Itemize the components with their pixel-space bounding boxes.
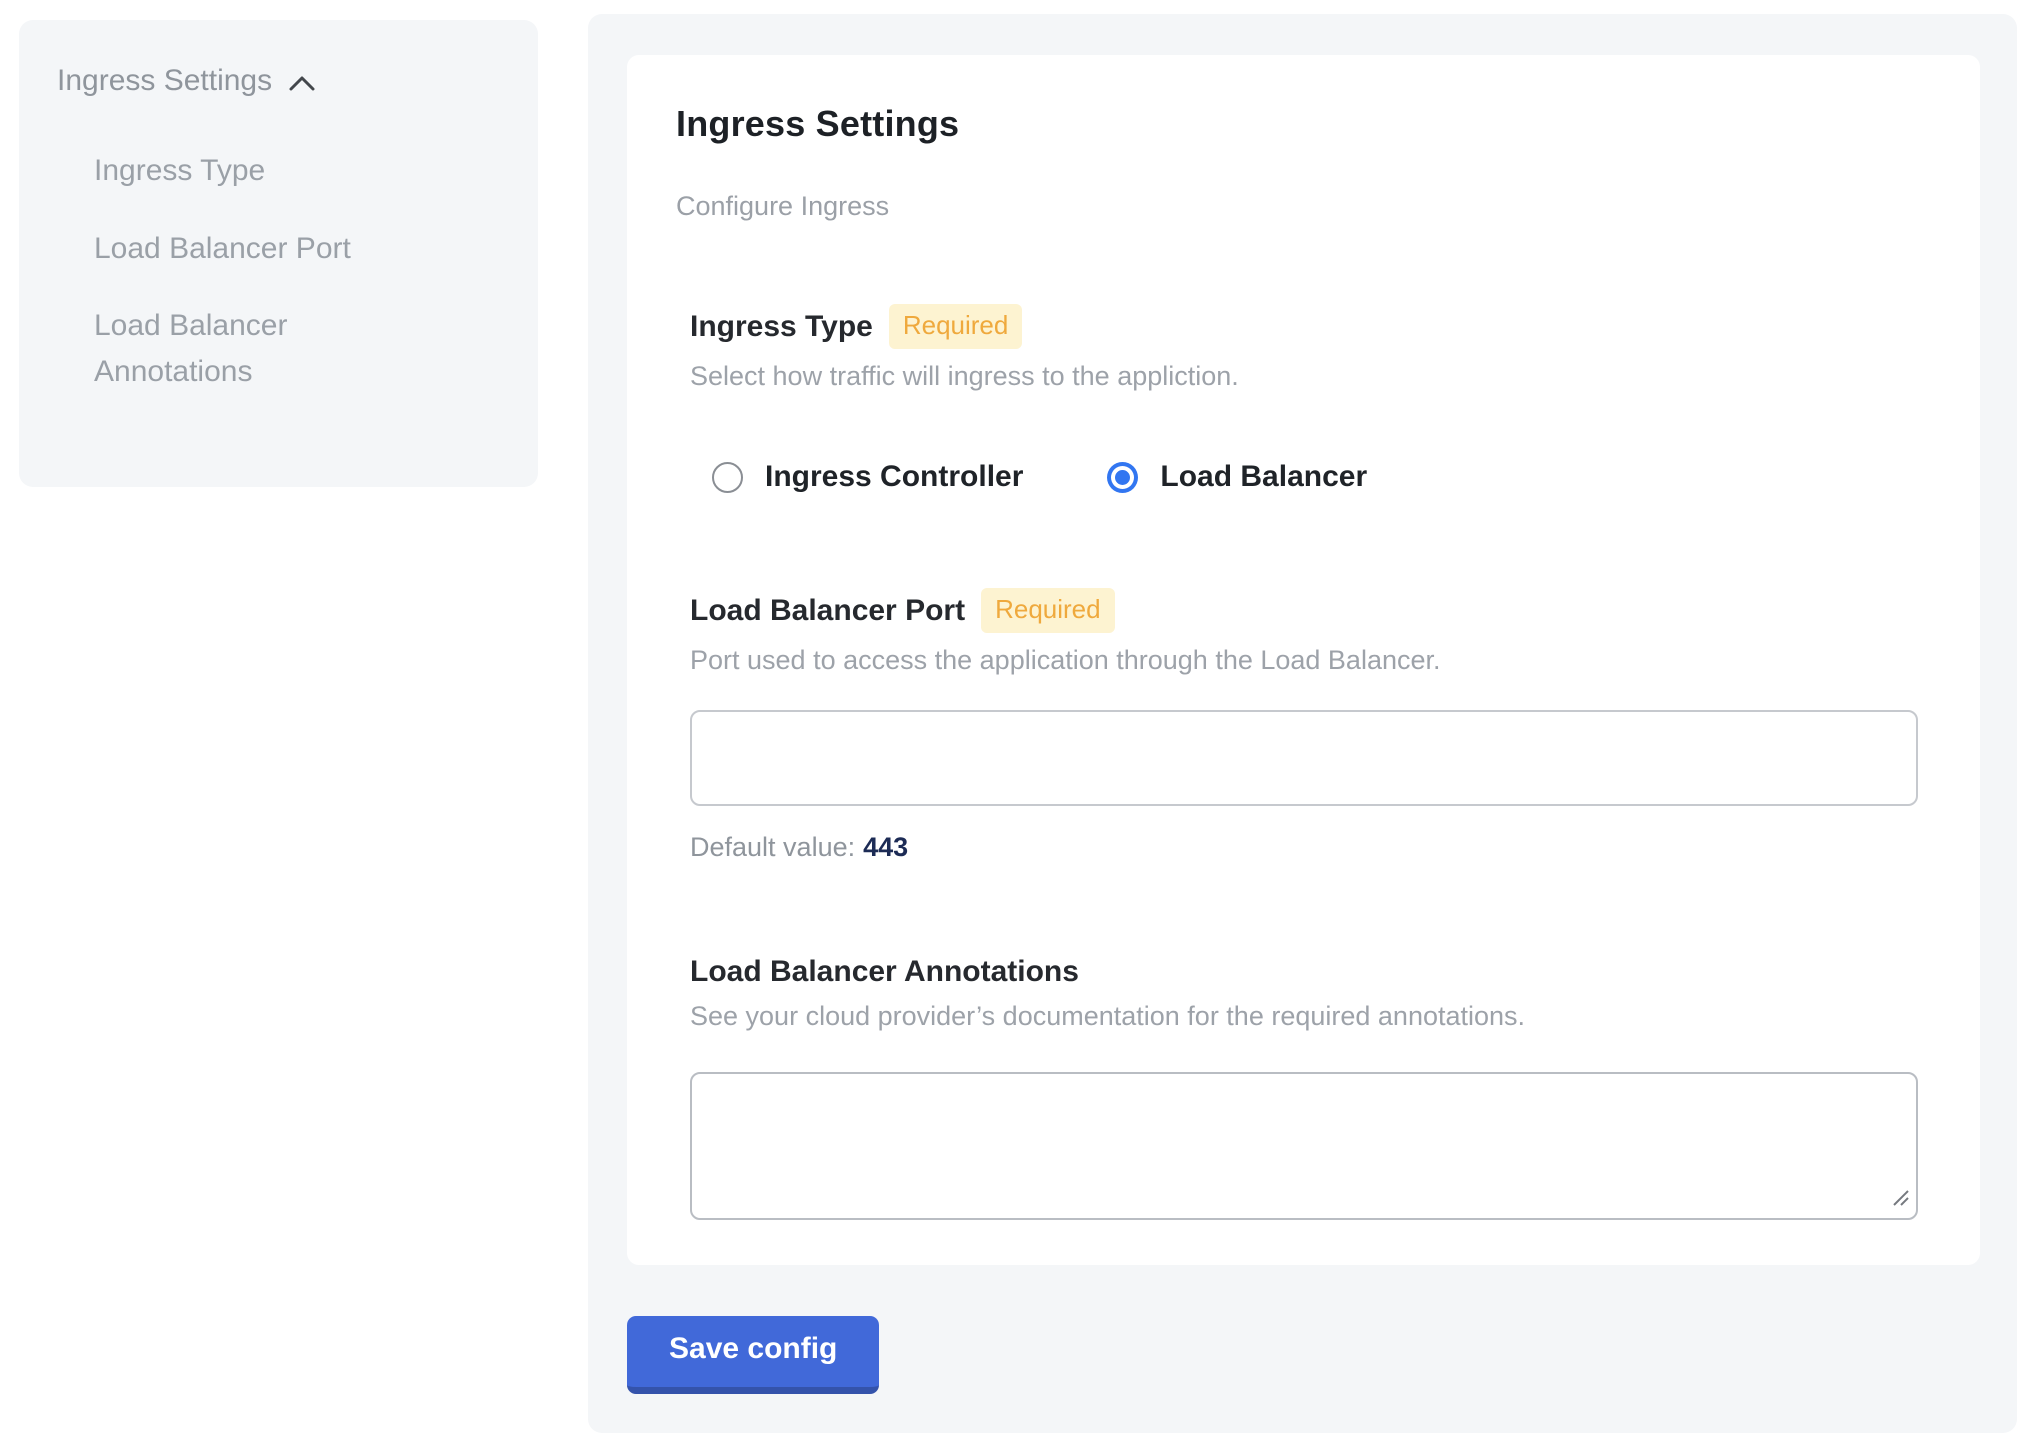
save-config-button[interactable]: Save config	[627, 1316, 879, 1394]
sidebar-group-label: Ingress Settings	[57, 64, 272, 98]
load-balancer-port-input[interactable]	[690, 710, 1918, 806]
section-ingress-type: Ingress Type Required Select how traffic…	[690, 304, 1920, 494]
load-balancer-annotations-field	[690, 1072, 1918, 1220]
load-balancer-annotations-heading: Load Balancer Annotations	[690, 955, 1920, 989]
page-subtitle: Configure Ingress	[676, 191, 1920, 222]
radio-selected-icon[interactable]	[1107, 462, 1138, 493]
radio-ingress-controller-label: Ingress Controller	[765, 460, 1023, 494]
sidebar-item-load-balancer-annotations[interactable]: Load Balancer Annotations	[94, 287, 394, 410]
load-balancer-annotations-description: See your cloud provider’s documentation …	[690, 1001, 1920, 1032]
page-title: Ingress Settings	[676, 103, 1920, 145]
radio-ingress-controller[interactable]: Ingress Controller	[712, 460, 1023, 494]
required-badge: Required	[889, 304, 1023, 349]
load-balancer-port-description: Port used to access the application thro…	[690, 645, 1920, 676]
ingress-type-label: Ingress Type	[690, 310, 873, 344]
required-badge: Required	[981, 588, 1115, 633]
sidebar-item-list: Ingress Type Load Balancer Port Load Bal…	[57, 132, 502, 410]
sidebar-group-ingress-settings[interactable]: Ingress Settings	[57, 64, 502, 98]
sidebar-item-ingress-type[interactable]: Ingress Type	[94, 132, 394, 210]
section-load-balancer-annotations: Load Balancer Annotations See your cloud…	[690, 955, 1920, 1220]
ingress-settings-panel: Ingress Settings Configure Ingress Ingre…	[588, 14, 2017, 1433]
ingress-type-description: Select how traffic will ingress to the a…	[690, 361, 1920, 392]
default-value-line: Default value: 443	[690, 832, 1920, 863]
chevron-up-icon	[288, 71, 316, 92]
load-balancer-port-label: Load Balancer Port	[690, 594, 965, 628]
load-balancer-annotations-textarea[interactable]	[690, 1072, 1918, 1220]
radio-unselected-icon[interactable]	[712, 462, 743, 493]
ingress-type-heading: Ingress Type Required	[690, 304, 1920, 349]
default-value-number: 443	[863, 832, 908, 862]
ingress-settings-card: Ingress Settings Configure Ingress Ingre…	[627, 55, 1980, 1265]
settings-sidebar: Ingress Settings Ingress Type Load Balan…	[19, 20, 538, 487]
section-load-balancer-port: Load Balancer Port Required Port used to…	[690, 588, 1920, 863]
radio-load-balancer[interactable]: Load Balancer	[1107, 460, 1367, 494]
default-value-label: Default value:	[690, 832, 855, 862]
load-balancer-port-heading: Load Balancer Port Required	[690, 588, 1920, 633]
radio-load-balancer-label: Load Balancer	[1160, 460, 1367, 494]
load-balancer-annotations-label: Load Balancer Annotations	[690, 955, 1079, 989]
ingress-type-radio-group: Ingress Controller Load Balancer	[690, 460, 1920, 494]
sidebar-item-load-balancer-port[interactable]: Load Balancer Port	[94, 210, 394, 288]
